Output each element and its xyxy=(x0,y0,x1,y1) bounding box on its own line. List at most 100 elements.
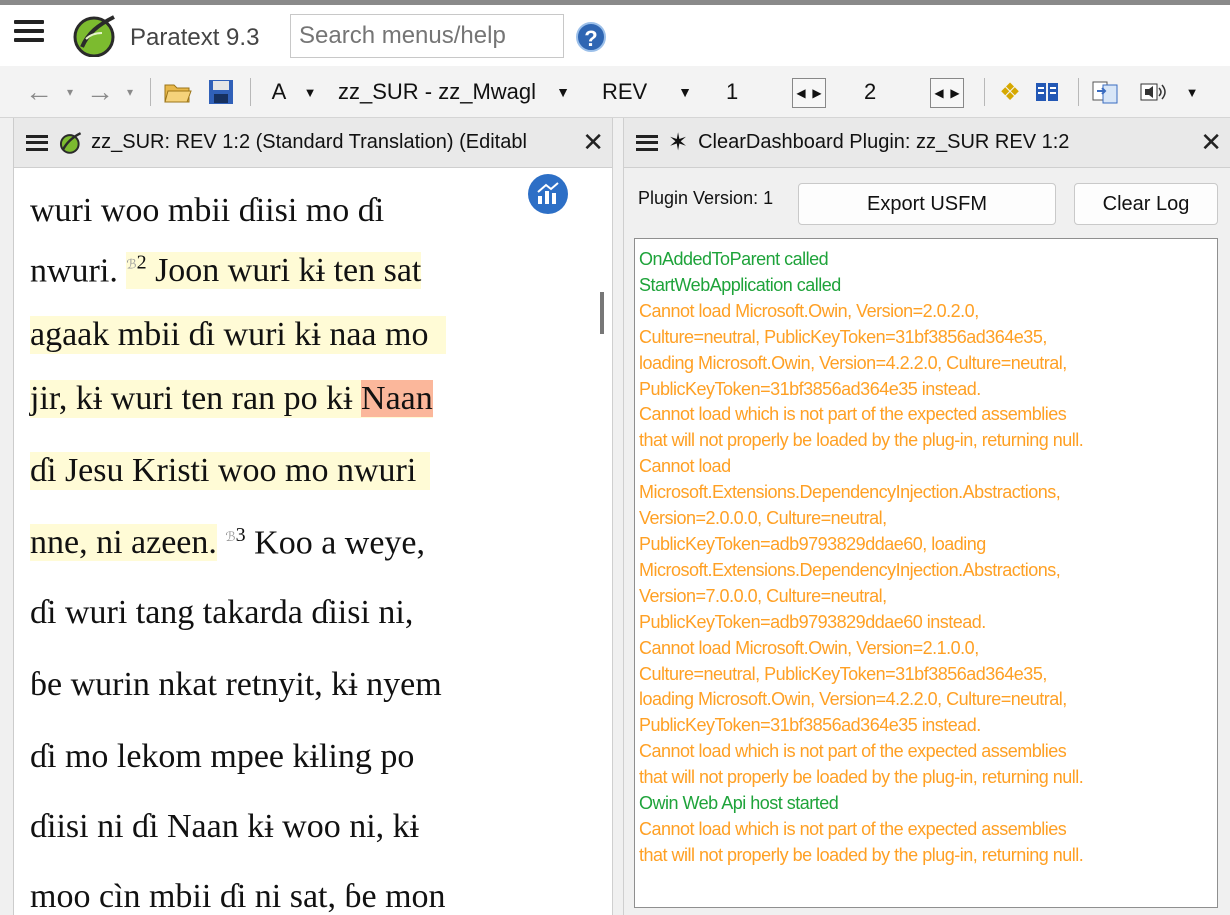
text-line[interactable]: ɗiisi ni ɗi Naan kɨ woo ni, kɨ xyxy=(30,808,419,846)
text-span[interactable]: nwuri. xyxy=(30,252,118,289)
compare-icon[interactable] xyxy=(1086,66,1126,118)
parallel-view-icon[interactable] xyxy=(1030,66,1064,118)
open-folder-icon[interactable] xyxy=(160,66,196,118)
font-dropdown-icon[interactable]: ▼ xyxy=(298,66,322,118)
text-span[interactable]: Joon wuri kɨ ten sat xyxy=(155,252,421,289)
log-line: that will not properly be loaded by the … xyxy=(639,430,1084,451)
log-line: Cannot load which is not part of the exp… xyxy=(639,404,1067,425)
pane-menu-icon[interactable] xyxy=(26,134,48,151)
paratext-leaf-icon xyxy=(59,131,81,154)
forward-arrow-icon[interactable]: → xyxy=(80,66,120,118)
speaker-dropdown-icon[interactable]: ▼ xyxy=(1180,66,1204,118)
right-arrow-icon[interactable]: ▶ xyxy=(950,86,959,100)
log-line: that will not properly be loaded by the … xyxy=(639,844,1084,865)
scroll-group-icon[interactable]: ❖ xyxy=(992,66,1028,118)
chapter-stepper[interactable]: ◀ ▶ xyxy=(792,78,826,108)
verse-number: 2 xyxy=(136,252,147,274)
right-pane-header: ✶ ClearDashboard Plugin: zz_SUR REV 1:2 … xyxy=(624,118,1230,168)
verse-number: 3 xyxy=(235,524,246,546)
chevron-down-icon: ▼ xyxy=(678,84,692,100)
text-line[interactable]: ɗi mo lekom mpee kɨling po xyxy=(30,738,414,776)
help-icon[interactable]: ? xyxy=(576,22,606,52)
text-line[interactable]: moo cìn mbii ɗi ni sat, ɓe mon xyxy=(30,878,446,915)
text-line[interactable]: jir, kɨ wuri ten ran po kɨ Naan xyxy=(30,380,433,418)
chevron-down-icon: ▼ xyxy=(556,84,570,100)
text-span[interactable]: Koo a weye, xyxy=(254,524,425,561)
verse-2-highlight[interactable]: ℬ2 Joon wuri kɨ ten sat xyxy=(126,252,422,290)
chapter-input[interactable]: 1 xyxy=(720,72,790,112)
close-icon[interactable]: ✕ xyxy=(1200,127,1222,158)
text-line[interactable]: nne, ni azeen. ℬ3 Koo a weye, xyxy=(30,524,425,562)
save-icon[interactable] xyxy=(204,66,238,118)
text-line[interactable]: ɗi Jesu Kristi woo mo nwuri xyxy=(30,452,431,490)
text-line[interactable]: wuri woo mbii ɗiisi mo ɗi xyxy=(30,192,384,230)
log-line: Version=7.0.0.0, Culture=neutral, xyxy=(639,585,887,606)
log-line: loading Microsoft.Owin, Version=4.2.2.0,… xyxy=(639,689,1067,710)
log-line: Cannot load which is not part of the exp… xyxy=(639,818,1067,839)
separator xyxy=(1078,78,1079,106)
search-input[interactable] xyxy=(290,14,564,58)
log-line: Microsoft.Extensions.DependencyInjection… xyxy=(639,482,1061,503)
scripture-editor[interactable]: wuri woo mbii ɗiisi mo ɗi nwuri. ℬ2 Joon… xyxy=(14,168,612,915)
main-menu-icon[interactable] xyxy=(14,20,44,42)
log-line: PublicKeyToken=adb9793829ddae60 instead. xyxy=(639,611,986,632)
separator xyxy=(150,78,151,106)
back-arrow-icon[interactable]: ← xyxy=(14,66,64,118)
log-line: that will not properly be loaded by the … xyxy=(639,767,1084,788)
toolbar: ← ▾ → ▾ A ▼ zz_SUR - zz_Mwagl ▼ REV ▼ 1 … xyxy=(0,66,1230,118)
back-dropdown-icon[interactable]: ▾ xyxy=(60,66,80,118)
log-line: Cannot load Microsoft.Owin, Version=2.0.… xyxy=(639,300,979,321)
separator xyxy=(250,78,251,106)
log-output[interactable]: OnAddedToParent called StartWebApplicatio… xyxy=(634,238,1218,908)
verse-input[interactable]: 2 xyxy=(858,72,924,112)
clear-log-button[interactable]: Clear Log xyxy=(1074,183,1218,225)
close-icon[interactable]: ✕ xyxy=(582,127,604,158)
log-line: Cannot load Microsoft.Owin, Version=2.1.… xyxy=(639,637,979,658)
log-line: Cannot load which is not part of the exp… xyxy=(639,741,1067,762)
pane-splitter[interactable] xyxy=(612,118,624,915)
app-title: Paratext 9.3 xyxy=(130,24,260,51)
log-line: Owin Web Api host started xyxy=(639,793,839,814)
paratext-logo-icon xyxy=(70,13,122,62)
text-line[interactable]: ɗi wuri tang takarda ɗiisi ni, xyxy=(30,594,413,632)
left-pane-title: zz_SUR: REV 1:2 (Standard Translation) (… xyxy=(91,131,527,153)
book-select[interactable]: REV ▼ xyxy=(596,72,700,112)
log-line: Version=2.0.0.0, Culture=neutral, xyxy=(639,508,887,529)
speaker-icon[interactable] xyxy=(1134,66,1174,118)
log-line: Culture=neutral, PublicKeyToken=31bf3856… xyxy=(639,326,1047,347)
right-pane-title: ClearDashboard Plugin: zz_SUR REV 1:2 xyxy=(698,131,1070,153)
verse-marker-icon: ℬ xyxy=(225,529,236,544)
text-line[interactable]: nwuri. ℬ2 Joon wuri kɨ ten sat xyxy=(30,252,422,290)
left-dock-edge xyxy=(0,118,14,915)
text-line[interactable]: ɓe wurin nkat retnyit, kɨ nyem xyxy=(30,666,442,704)
plugin-icon: ✶ xyxy=(668,129,689,156)
log-line: Microsoft.Extensions.DependencyInjection… xyxy=(639,559,1061,580)
book-select-value: REV xyxy=(602,79,648,104)
project-select[interactable]: zz_SUR - zz_Mwagl ▼ xyxy=(332,72,578,112)
chart-icon[interactable] xyxy=(528,174,568,214)
log-line: PublicKeyToken=adb9793829ddae60, loading xyxy=(639,533,986,554)
left-arrow-icon[interactable]: ◀ xyxy=(796,86,805,100)
pane-menu-icon[interactable] xyxy=(636,134,658,151)
font-button[interactable]: A xyxy=(262,66,296,118)
text-span[interactable]: jir, kɨ wuri ten ran po kɨ xyxy=(30,380,353,417)
left-arrow-icon[interactable]: ◀ xyxy=(934,86,943,100)
left-pane-header: zz_SUR: REV 1:2 (Standard Translation) (… xyxy=(14,118,612,168)
separator xyxy=(984,78,985,106)
right-arrow-icon[interactable]: ▶ xyxy=(812,86,821,100)
text-span[interactable]: nne, ni azeen. xyxy=(30,524,217,562)
log-line: loading Microsoft.Owin, Version=4.2.2.0,… xyxy=(639,352,1067,373)
scrollbar[interactable] xyxy=(600,292,604,334)
log-line: PublicKeyToken=31bf3856ad364e35 instead. xyxy=(639,378,981,399)
log-line: OnAddedToParent called xyxy=(639,249,829,269)
export-usfm-button[interactable]: Export USFM xyxy=(798,183,1056,225)
project-select-value: zz_SUR - zz_Mwagl xyxy=(338,79,537,104)
text-line[interactable]: agaak mbii ɗi wuri kɨ naa mo xyxy=(30,316,447,354)
log-line: Culture=neutral, PublicKeyToken=31bf3856… xyxy=(639,663,1047,684)
log-line: StartWebApplication called xyxy=(639,274,841,295)
verse-stepper[interactable]: ◀ ▶ xyxy=(930,78,964,108)
selected-word[interactable]: Naan xyxy=(361,380,433,417)
forward-dropdown-icon[interactable]: ▾ xyxy=(120,66,140,118)
verse-marker-icon: ℬ xyxy=(126,257,137,272)
plugin-version-label: Plugin Version: 1 xyxy=(638,188,774,208)
